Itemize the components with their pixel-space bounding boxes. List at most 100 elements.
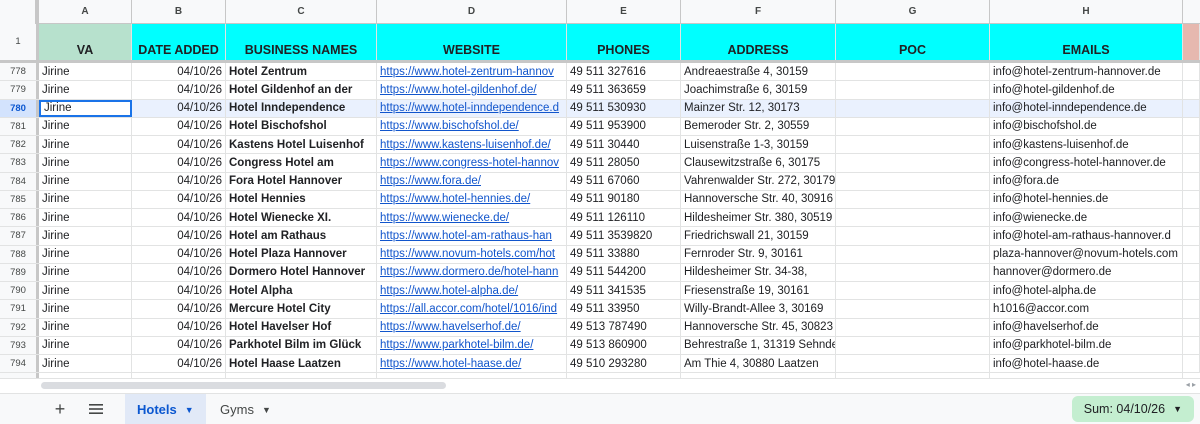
cell-extra[interactable] — [1183, 99, 1200, 117]
cell-extra[interactable] — [1183, 282, 1200, 300]
cell-extra[interactable] — [1183, 355, 1200, 373]
row-number[interactable]: 779 — [0, 81, 39, 99]
cell-address[interactable]: Hildesheimer Str. 380, 30519 — [681, 209, 836, 227]
column-header-d[interactable]: D — [377, 0, 567, 24]
row-number[interactable]: 789 — [0, 263, 39, 281]
sheet-tab-gyms[interactable]: Gyms ▼ — [208, 394, 283, 424]
row-number[interactable]: 786 — [0, 209, 39, 227]
cell-date[interactable]: 04/10/26 — [132, 263, 226, 281]
cell-va[interactable]: Jirine — [39, 336, 132, 354]
header-emails[interactable]: EMAILS — [990, 24, 1183, 60]
cell-email[interactable]: info@hotel-alpha.de — [990, 282, 1183, 300]
cell-phone[interactable]: 49 511 341535 — [567, 282, 681, 300]
website-link[interactable]: https://www.hotel-zentrum-hannov — [380, 66, 554, 78]
cell-business-name[interactable]: Hotel Inndependence — [226, 99, 377, 117]
cell-date[interactable]: 04/10/26 — [132, 154, 226, 172]
cell-website[interactable]: https://www.dormero.de/hotel-hann — [377, 263, 567, 281]
row-number[interactable]: 791 — [0, 300, 39, 318]
cell-business-name[interactable]: Fora Hotel Hannover — [226, 172, 377, 190]
cell-address[interactable]: Hannoversche Str. 40, 30916 — [681, 190, 836, 208]
header-website[interactable]: WEBSITE — [377, 24, 567, 60]
column-header-e[interactable]: E — [567, 0, 681, 24]
cell-phone[interactable]: 49 511 530930 — [567, 99, 681, 117]
cell-extra[interactable] — [1183, 227, 1200, 245]
cell-website[interactable]: https://www.bischofshol.de/ — [377, 117, 567, 135]
cell-email[interactable]: info@hotel-hennies.de — [990, 190, 1183, 208]
cell-website[interactable]: https://www.hotel-alpha.de/ — [377, 282, 567, 300]
cell-phone[interactable]: 49 511 67060 — [567, 172, 681, 190]
cell-poc[interactable] — [836, 263, 990, 281]
website-link[interactable]: https://www.kastens-luisenhof.de/ — [380, 139, 551, 151]
cell-email[interactable]: info@congress-hotel-hannover.de — [990, 154, 1183, 172]
cell-business-name[interactable]: Hotel Alpha — [226, 282, 377, 300]
row-number[interactable]: 778 — [0, 63, 39, 81]
cell-email[interactable]: info@hotel-inndependence.de — [990, 99, 1183, 117]
cell-address[interactable]: Clausewitzstraße 6, 30175 — [681, 154, 836, 172]
cell-va[interactable]: Jirine — [39, 227, 132, 245]
row-number[interactable]: 787 — [0, 227, 39, 245]
header-business-names[interactable]: BUSINESS NAMES — [226, 24, 377, 60]
cell-poc[interactable] — [836, 190, 990, 208]
cell-va[interactable]: Jirine — [39, 245, 132, 263]
cell-date[interactable]: 04/10/26 — [132, 63, 226, 81]
row-number[interactable]: 794 — [0, 355, 39, 373]
cell-email[interactable]: plaza-hannover@novum-hotels.com — [990, 245, 1183, 263]
column-header-i[interactable] — [1183, 0, 1200, 24]
cell-email[interactable]: info@fora.de — [990, 172, 1183, 190]
column-header-c[interactable]: C — [226, 0, 377, 24]
cell-email[interactable]: hannover@dormero.de — [990, 263, 1183, 281]
cell-va[interactable]: Jirine — [39, 282, 132, 300]
cell-business-name[interactable]: Hotel am Rathaus — [226, 227, 377, 245]
column-header-h[interactable]: H — [990, 0, 1183, 24]
cell-date[interactable]: 04/10/26 — [132, 172, 226, 190]
website-link[interactable]: https://www.hotel-haase.de/ — [380, 358, 521, 370]
cell-poc[interactable] — [836, 136, 990, 154]
cell-extra[interactable] — [1183, 209, 1200, 227]
cell-website[interactable]: https://www.novum-hotels.com/hot — [377, 245, 567, 263]
website-link[interactable]: https://www.wienecke.de/ — [380, 212, 509, 224]
cell-address[interactable]: Friesenstraße 19, 30161 — [681, 282, 836, 300]
cell-business-name[interactable]: Hotel Zentrum — [226, 63, 377, 81]
header-extra[interactable] — [1183, 24, 1200, 60]
cell-va[interactable]: Jirine — [39, 318, 132, 336]
cell-address[interactable]: Hannoversche Str. 45, 30823 — [681, 318, 836, 336]
cell-website[interactable]: https://www.kastens-luisenhof.de/ — [377, 136, 567, 154]
header-va[interactable]: VA — [39, 24, 132, 60]
cell-date[interactable]: 04/10/26 — [132, 227, 226, 245]
cell-email[interactable]: info@hotel-gildenhof.de — [990, 81, 1183, 99]
row-number[interactable]: 792 — [0, 318, 39, 336]
website-link[interactable]: https://www.hotel-gildenhof.de/ — [380, 84, 537, 96]
cell-address[interactable]: Willy-Brandt-Allee 3, 30169 — [681, 300, 836, 318]
cell-email[interactable]: info@hotel-am-rathaus-hannover.d — [990, 227, 1183, 245]
cell-date[interactable]: 04/10/26 — [132, 190, 226, 208]
cell-poc[interactable] — [836, 355, 990, 373]
column-header-g[interactable]: G — [836, 0, 990, 24]
cell-website[interactable]: https://www.fora.de/ — [377, 172, 567, 190]
row-number[interactable]: 782 — [0, 136, 39, 154]
cell-poc[interactable] — [836, 209, 990, 227]
cell-website[interactable]: https://www.havelserhof.de/ — [377, 318, 567, 336]
cell-poc[interactable] — [836, 245, 990, 263]
cell-va[interactable]: Jirine — [39, 136, 132, 154]
cell-website[interactable]: https://all.accor.com/hotel/1016/ind — [377, 300, 567, 318]
website-link[interactable]: https://all.accor.com/hotel/1016/ind — [380, 303, 557, 315]
header-address[interactable]: ADDRESS — [681, 24, 836, 60]
cell-email[interactable]: info@hotel-haase.de — [990, 355, 1183, 373]
cell-poc[interactable] — [836, 318, 990, 336]
cell-business-name[interactable]: Kastens Hotel Luisenhof — [226, 136, 377, 154]
cell-business-name[interactable]: Hotel Gildenhof an der — [226, 81, 377, 99]
cell-date[interactable]: 04/10/26 — [132, 117, 226, 135]
cell-extra[interactable] — [1183, 336, 1200, 354]
cell-email[interactable]: info@parkhotel-bilm.de — [990, 336, 1183, 354]
cell-phone[interactable]: 49 511 3539820 — [567, 227, 681, 245]
cell-extra[interactable] — [1183, 81, 1200, 99]
cell-poc[interactable] — [836, 336, 990, 354]
cell-va[interactable]: Jirine — [39, 81, 132, 99]
website-link[interactable]: https://www.havelserhof.de/ — [380, 321, 521, 333]
column-header-b[interactable]: B — [132, 0, 226, 24]
cell-extra[interactable] — [1183, 263, 1200, 281]
column-header-f[interactable]: F — [681, 0, 836, 24]
cell-va[interactable]: Jirine — [39, 154, 132, 172]
cell-va[interactable]: Jirine — [39, 263, 132, 281]
cell-va[interactable]: Jirine — [39, 63, 132, 81]
